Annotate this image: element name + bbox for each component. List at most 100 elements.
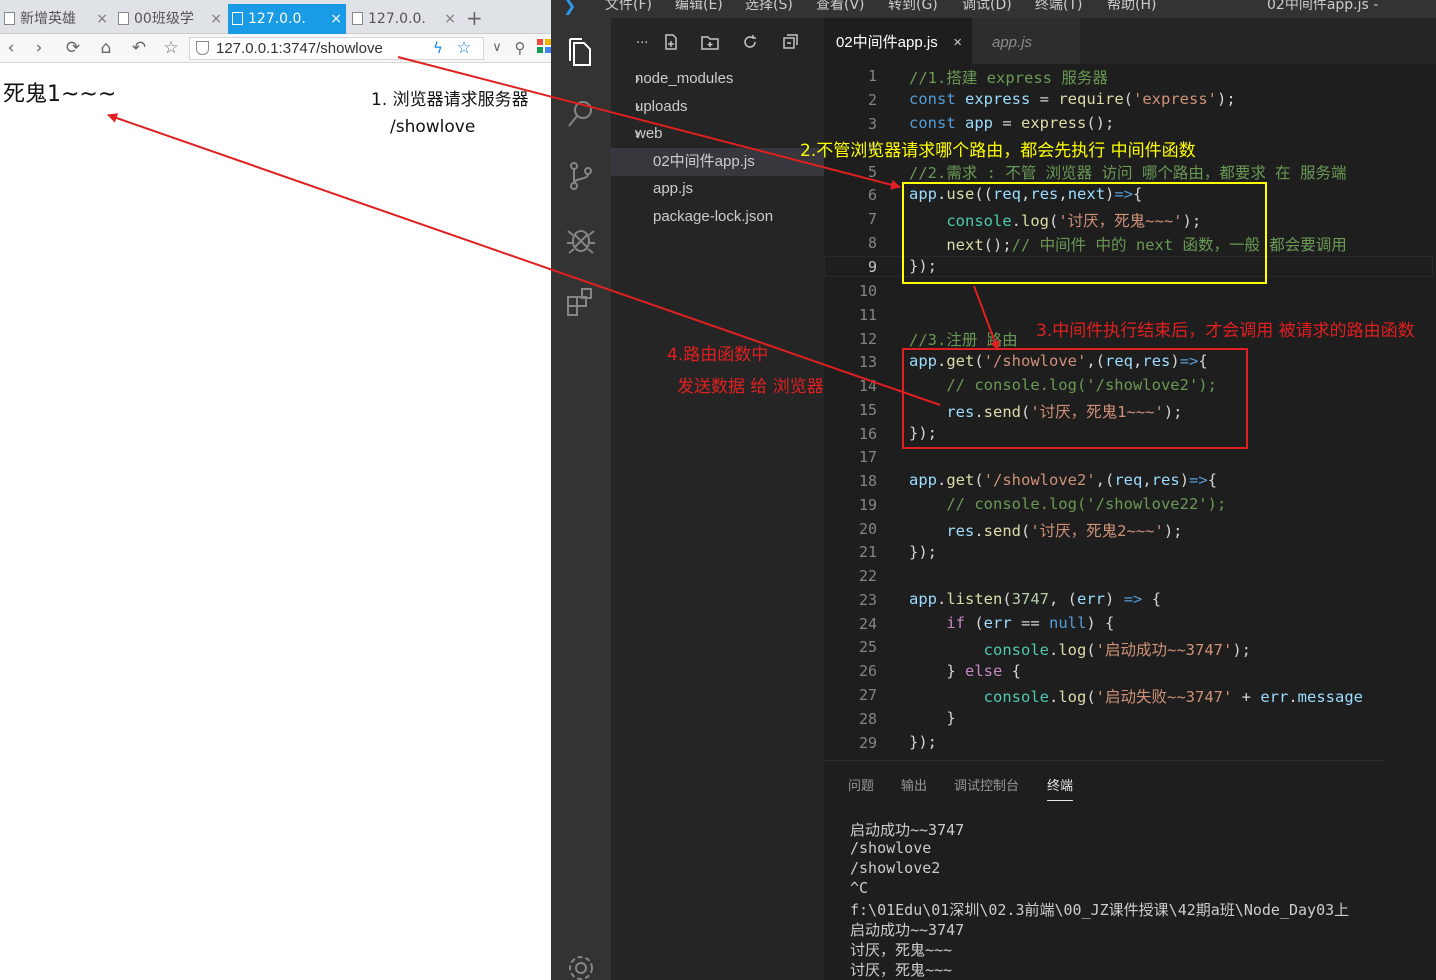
tree-item-label: web bbox=[635, 125, 663, 142]
terminal-line: 启动成功~~3747 bbox=[850, 921, 965, 939]
line-number: 24 bbox=[858, 615, 877, 633]
code-line: res.send('讨厌，死鬼2~~~'); bbox=[946, 522, 1183, 540]
settings-gear-icon[interactable] bbox=[563, 950, 599, 980]
browser-tab[interactable]: 新增英雄 × bbox=[0, 4, 112, 34]
home-icon[interactable]: ⌂ bbox=[95, 37, 117, 59]
menu-edit[interactable]: 编辑(E) bbox=[675, 0, 723, 14]
bottom-panel: 问题 输出 调试控制台 终端 启动成功~~3747 /showlove /sho… bbox=[824, 760, 1384, 980]
line-number: 18 bbox=[858, 472, 877, 490]
menu-debug[interactable]: 调试(D) bbox=[962, 0, 1012, 14]
line-number: 27 bbox=[858, 686, 877, 704]
search-icon[interactable]: ⚲ bbox=[509, 37, 531, 59]
menu-view[interactable]: 查看(V) bbox=[816, 0, 865, 14]
tree-item-label: uploads bbox=[635, 98, 688, 115]
browser-tab-active[interactable]: 127.0.0. × bbox=[228, 4, 346, 34]
tree-item-label: node_modules bbox=[635, 70, 734, 87]
close-tab-icon[interactable]: × bbox=[96, 4, 108, 34]
editor-tab-active[interactable]: 02中间件app.js × bbox=[824, 18, 972, 64]
debug-icon[interactable] bbox=[563, 221, 599, 257]
bookmark-star-icon[interactable]: ☆ bbox=[453, 37, 475, 59]
chevron-down-icon[interactable]: ∨ bbox=[486, 37, 508, 59]
response-text: 死鬼1~~~ bbox=[3, 82, 117, 107]
explorer-files-icon[interactable] bbox=[563, 34, 599, 70]
tab-terminal[interactable]: 终端 bbox=[1047, 775, 1074, 801]
line-number: 28 bbox=[858, 710, 877, 728]
line-number: 8 bbox=[867, 234, 877, 252]
lightning-icon[interactable]: ϟ bbox=[427, 37, 449, 59]
code-line: console.log('启动失败~~3747' + err.message bbox=[983, 688, 1363, 706]
editor-tab-preview[interactable]: app.js bbox=[972, 18, 1080, 64]
tab-debug-console[interactable]: 调试控制台 bbox=[954, 775, 1019, 794]
search-icon[interactable] bbox=[563, 96, 599, 132]
close-tab-icon[interactable]: × bbox=[330, 4, 342, 34]
back-icon[interactable]: ‹ bbox=[0, 37, 22, 59]
browser-tab-label: 127.0.0. bbox=[248, 11, 306, 27]
menu-help[interactable]: 帮助(H) bbox=[1107, 0, 1156, 14]
tree-folder-uploads[interactable]: ›uploads bbox=[611, 93, 824, 121]
menu-file[interactable]: 文件(F) bbox=[605, 0, 652, 14]
tab-output[interactable]: 输出 bbox=[901, 775, 927, 794]
explorer-more-icon[interactable]: ... bbox=[636, 32, 648, 47]
browser-tab[interactable]: 127.0.0. × bbox=[348, 4, 460, 34]
browser-window: 新增英雄 × 00班级学 × 127.0.0. × 127.0.0. × + ‹… bbox=[0, 0, 551, 980]
page-icon bbox=[352, 12, 363, 25]
browser-tab[interactable]: 00班级学 × bbox=[114, 4, 226, 34]
forward-icon[interactable]: › bbox=[28, 37, 50, 59]
line-number: 23 bbox=[858, 591, 877, 609]
tree-file-middleware-app[interactable]: 02中间件app.js bbox=[611, 148, 824, 176]
tree-file-package-lock[interactable]: package-lock.json bbox=[611, 203, 824, 231]
code-line: app.get('/showlove2',(req,res)=>{ bbox=[909, 471, 1218, 489]
line-number: 11 bbox=[858, 306, 877, 324]
code-line: } bbox=[909, 709, 956, 727]
close-tab-icon[interactable]: × bbox=[444, 4, 456, 34]
code-line: } else { bbox=[909, 662, 1021, 680]
code-line: const express = require('express'); bbox=[909, 90, 1236, 108]
menu-goto[interactable]: 转到(G) bbox=[888, 0, 938, 14]
close-tab-icon[interactable]: × bbox=[210, 4, 222, 34]
line-number: 29 bbox=[858, 734, 877, 752]
annotation-step2: 2.不管浏览器请求哪个路由，都会先执行 中间件函数 bbox=[800, 141, 1196, 161]
line-number: 5 bbox=[867, 163, 877, 181]
collapse-all-icon[interactable] bbox=[782, 33, 800, 51]
refresh-icon[interactable]: ⟳ bbox=[62, 37, 84, 59]
undo-icon[interactable]: ↶ bbox=[128, 37, 150, 59]
line-number: 2 bbox=[867, 91, 877, 109]
route-highlight-box bbox=[902, 348, 1248, 449]
terminal-line: 讨厌，死鬼~~~ bbox=[850, 961, 953, 979]
refresh-explorer-icon[interactable] bbox=[741, 33, 759, 51]
line-number: 1 bbox=[867, 67, 877, 85]
code-line: //1.搭建 express 服务器 bbox=[909, 69, 1108, 87]
browser-toolbar: ‹ › ⟳ ⌂ ↶ ☆ 127.0.0.1:3747/showlove ϟ ☆ … bbox=[0, 34, 551, 63]
code-line: console.log('启动成功~~3747'); bbox=[983, 641, 1251, 659]
new-tab-button[interactable]: + bbox=[466, 6, 483, 30]
line-number: 26 bbox=[858, 662, 877, 680]
code-line: }); bbox=[909, 733, 937, 751]
menu-terminal[interactable]: 终端(T) bbox=[1035, 0, 1082, 14]
annotation-step1-path: /showlove bbox=[390, 117, 476, 137]
annotation-step4-detail: 发送数据 给 浏览器 bbox=[677, 377, 824, 397]
explorer-sidebar: ... ›node_modules ›uploads ›web 02中间件app… bbox=[611, 18, 824, 980]
favorite-star-icon[interactable]: ☆ bbox=[160, 37, 182, 59]
chevron-right-icon: › bbox=[635, 70, 640, 87]
line-number: 21 bbox=[858, 543, 877, 561]
tab-problems[interactable]: 问题 bbox=[848, 775, 874, 794]
activity-bar bbox=[551, 18, 611, 980]
editor-tab-label: 02中间件app.js bbox=[836, 34, 938, 51]
new-file-icon[interactable] bbox=[662, 33, 680, 51]
close-icon[interactable]: × bbox=[953, 18, 962, 68]
tree-folder-web[interactable]: ›web bbox=[611, 120, 824, 148]
shield-icon bbox=[196, 41, 209, 55]
source-control-icon[interactable] bbox=[563, 158, 599, 194]
menu-selection[interactable]: 选择(S) bbox=[745, 0, 793, 14]
code-line: app.listen(3747, (err) => { bbox=[909, 590, 1162, 608]
page-icon bbox=[118, 12, 129, 25]
line-number: 14 bbox=[858, 377, 877, 395]
tree-file-app-js[interactable]: app.js bbox=[611, 175, 824, 203]
tree-folder-node-modules[interactable]: ›node_modules bbox=[611, 65, 824, 93]
extensions-icon[interactable] bbox=[563, 284, 599, 320]
line-number: 12 bbox=[858, 330, 877, 348]
line-number: 6 bbox=[867, 186, 877, 204]
new-folder-icon[interactable] bbox=[701, 33, 719, 51]
line-number-gutter: 1 2 3 4 5 6 7 8 9 10 11 12 13 14 15 16 1… bbox=[824, 64, 884, 760]
code-line: //2.需求 : 不管 浏览器 访问 哪个路由，都要求 在 服务端 bbox=[909, 164, 1347, 182]
